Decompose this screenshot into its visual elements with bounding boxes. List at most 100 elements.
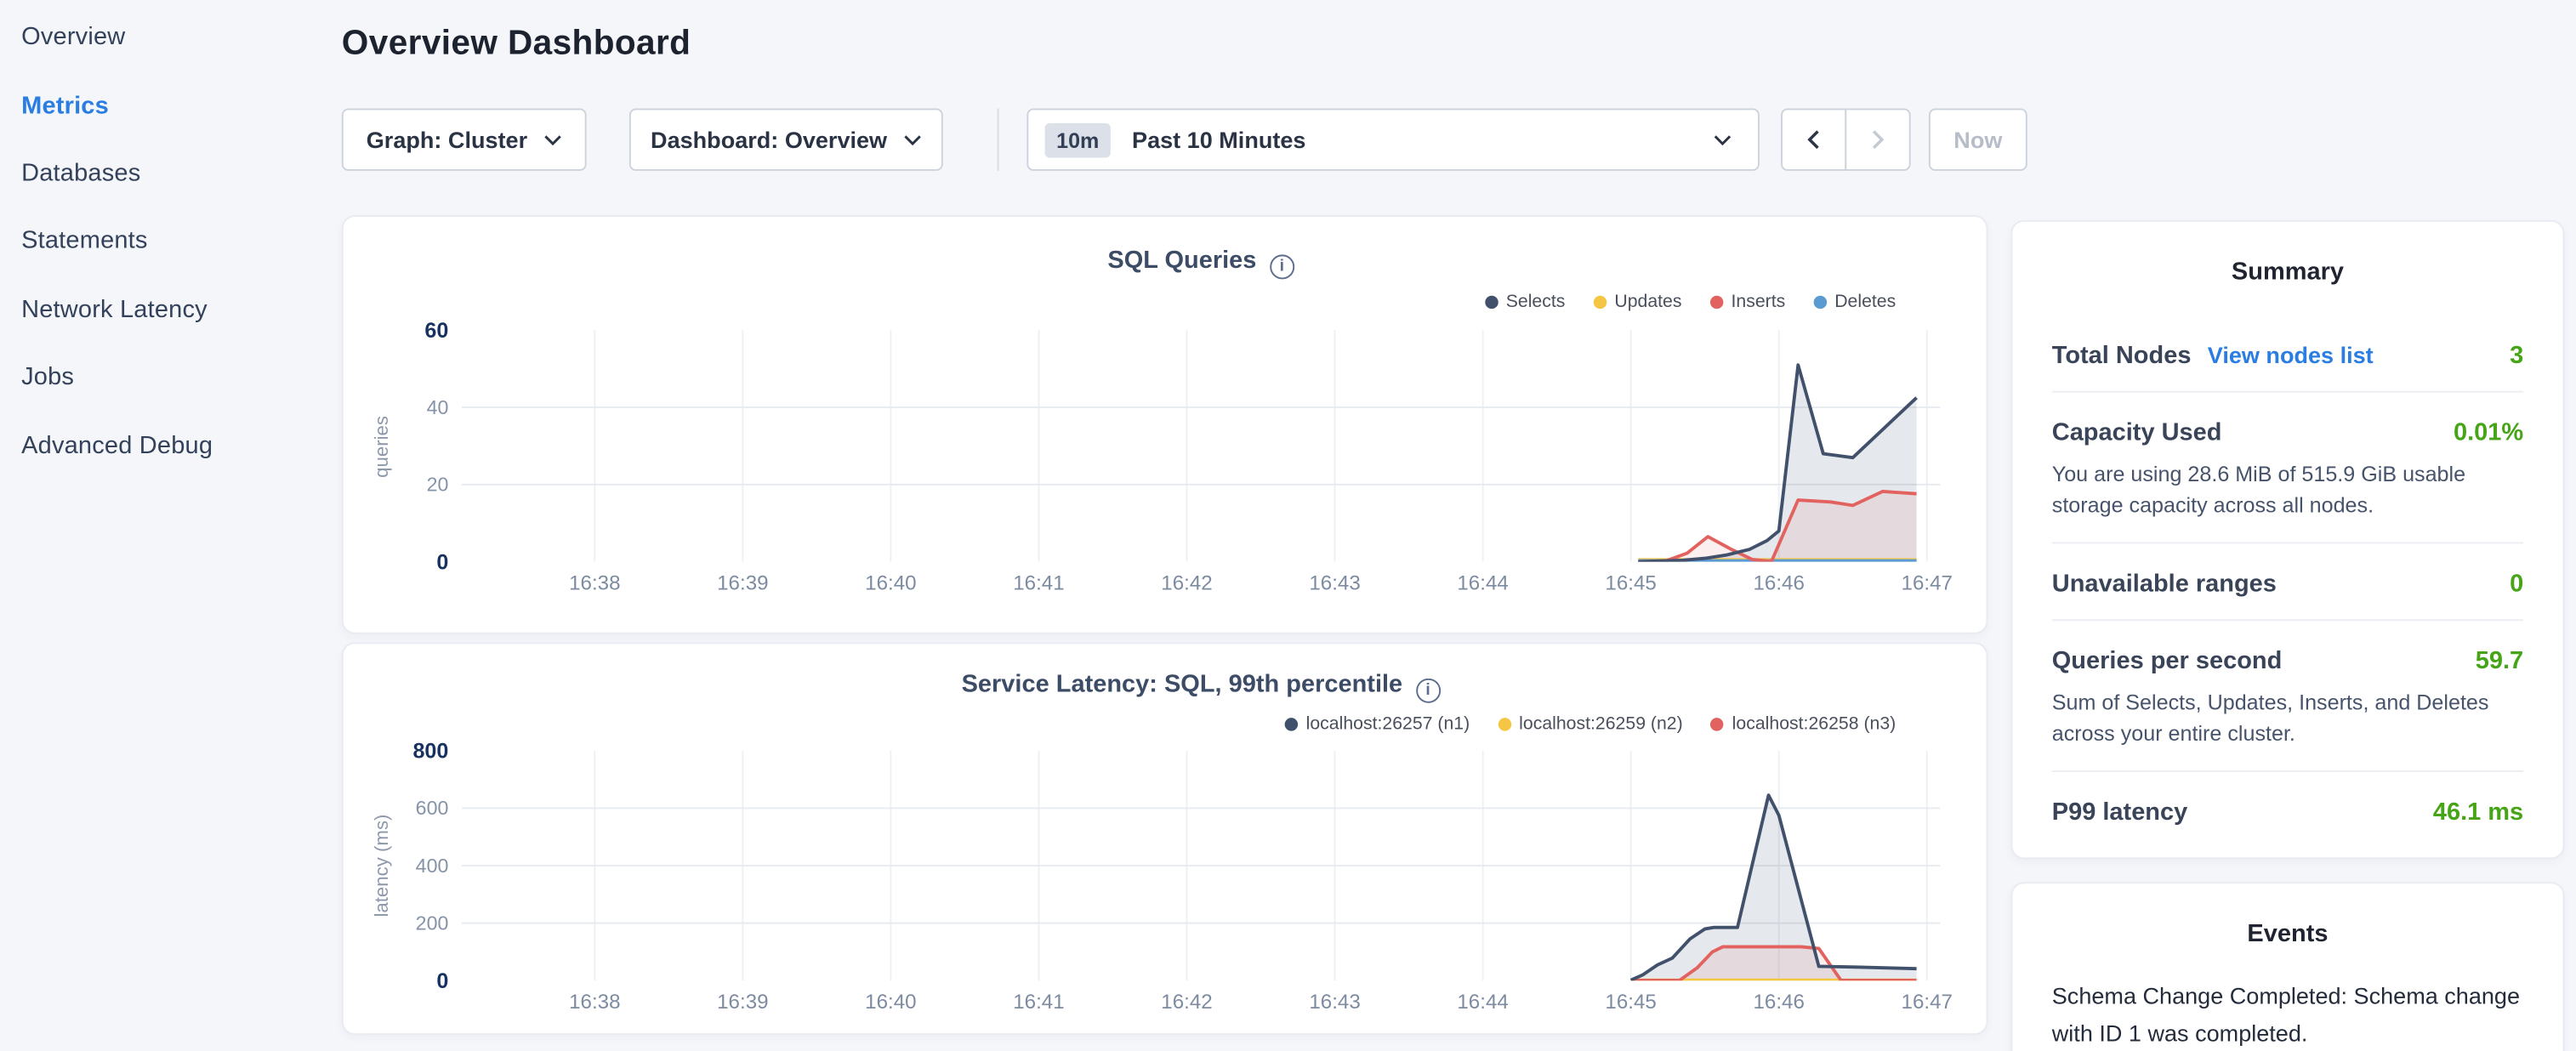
page-title: Overview Dashboard — [342, 25, 691, 64]
legend-label: Deletes — [1834, 293, 1896, 312]
x-axis-tick-label: 16:45 — [1578, 991, 1684, 1014]
legend-item: localhost:26259 (n2) — [1498, 714, 1683, 734]
x-axis-tick-label: 16:43 — [1282, 571, 1388, 594]
summary-label: Queries per second — [2052, 647, 2283, 675]
y-axis-tick-label: 60 — [383, 318, 448, 343]
y-axis-tick-label: 0 — [383, 969, 448, 993]
y-axis-tick-label: 800 — [383, 738, 448, 763]
summary-value: 59.7 — [2476, 647, 2523, 675]
chevron-down-icon — [543, 134, 561, 145]
summary-label: P99 latency — [2052, 798, 2187, 827]
y-axis-tick-label: 0 — [383, 549, 448, 574]
summary-label: Unavailable ranges — [2052, 570, 2277, 598]
legend-item: localhost:26257 (n1) — [1285, 714, 1470, 734]
service-latency-plot — [462, 751, 1941, 980]
summary-row-capacity-used: Capacity Used 0.01% You are using 28.6 M… — [2052, 391, 2523, 543]
chevron-down-icon — [903, 134, 921, 145]
summary-panel: Summary Total Nodes View nodes list 3 Ca… — [2010, 220, 2564, 859]
chart-title: Service Latency: SQL, 99th percentile i — [462, 670, 1941, 703]
summary-value: 3 — [2510, 342, 2523, 370]
x-axis-tick-label: 16:38 — [542, 991, 647, 1014]
x-axis-tick-label: 16:43 — [1282, 991, 1388, 1014]
sidebar-item-jobs[interactable]: Jobs — [21, 344, 317, 412]
view-nodes-list-link[interactable]: View nodes list — [2208, 342, 2374, 368]
sql-queries-plot — [462, 330, 1941, 561]
legend-label: localhost:26259 (n2) — [1519, 714, 1683, 734]
events-title: Events — [2052, 920, 2523, 948]
graph-dropdown[interactable]: Graph: Cluster — [342, 108, 587, 170]
x-axis-tick-label: 16:38 — [542, 571, 647, 594]
sidebar-item-network-latency[interactable]: Network Latency — [21, 276, 317, 344]
service-latency-chart-card: Service Latency: SQL, 99th percentile i l… — [342, 642, 1988, 1035]
legend-label: Inserts — [1731, 293, 1785, 312]
events-panel: Events Schema Change Completed: Schema c… — [2010, 882, 2564, 1051]
x-axis-tick-label: 16:40 — [839, 571, 944, 594]
info-icon[interactable]: i — [1270, 254, 1294, 279]
x-axis-tick-label: 16:42 — [1134, 991, 1240, 1014]
summary-value: 0.01% — [2454, 419, 2523, 447]
legend-dot-icon — [1285, 718, 1298, 730]
x-axis-tick-label: 16:47 — [1874, 991, 1980, 1014]
summary-label: Capacity Used — [2052, 419, 2222, 447]
legend-item: Updates — [1593, 293, 1681, 312]
x-axis-tick-label: 16:46 — [1726, 571, 1832, 594]
admin-ui-root: Overview Metrics Databases Statements Ne… — [0, 0, 2576, 1051]
legend-label: Selects — [1506, 293, 1566, 312]
legend-item: localhost:26258 (n3) — [1711, 714, 1896, 734]
x-axis-tick-label: 16:44 — [1430, 571, 1536, 594]
sidebar-item-statements[interactable]: Statements — [21, 207, 317, 276]
summary-row-p99-latency: P99 latency 46.1 ms — [2052, 770, 2523, 848]
event-item-text[interactable]: Schema Change Completed: Schema change w… — [2052, 977, 2523, 1051]
summary-value: 46.1 ms — [2433, 798, 2523, 827]
legend-item: Deletes — [1813, 293, 1896, 312]
summary-row-queries-per-second: Queries per second 59.7 Sum of Selects, … — [2052, 619, 2523, 770]
chevron-down-icon — [1714, 134, 1732, 145]
right-column: Summary Total Nodes View nodes list 3 Ca… — [2010, 220, 2564, 1051]
legend-dot-icon — [1711, 718, 1724, 730]
chart-canvas — [462, 751, 1941, 980]
x-axis-tick-label: 16:46 — [1726, 991, 1832, 1014]
legend-dot-icon — [1813, 296, 1826, 309]
chart-title-text: Service Latency: SQL, 99th percentile — [962, 670, 1403, 698]
x-axis-tick-label: 16:40 — [839, 991, 944, 1014]
legend-item: Inserts — [1709, 293, 1785, 312]
summary-label: Total Nodes — [2052, 342, 2192, 370]
chart-title: SQL Queriesi — [462, 247, 1941, 280]
sidebar-item-metrics[interactable]: Metrics — [21, 71, 317, 139]
graph-dropdown-label: Graph: Cluster — [367, 127, 527, 153]
chevron-right-icon — [1871, 130, 1884, 150]
info-icon[interactable]: i — [1416, 679, 1441, 703]
chart-canvas — [462, 330, 1941, 561]
x-axis-tick-label: 16:39 — [691, 571, 796, 594]
sidebar-item-overview[interactable]: Overview — [21, 3, 317, 71]
summary-row-total-nodes: Total Nodes View nodes list 3 — [2052, 315, 2523, 391]
time-window-badge: 10m — [1045, 122, 1111, 157]
legend-dot-icon — [1593, 296, 1606, 309]
sidebar-item-databases[interactable]: Databases — [21, 139, 317, 207]
summary-value: 0 — [2510, 570, 2523, 598]
now-button[interactable]: Now — [1929, 108, 2027, 170]
summary-description: Sum of Selects, Updates, Inserts, and De… — [2052, 686, 2523, 748]
x-axis-tick-label: 16:41 — [987, 571, 1092, 594]
legend-dot-icon — [1485, 296, 1498, 309]
legend-label: localhost:26257 (n1) — [1306, 714, 1470, 734]
x-axis-tick-label: 16:45 — [1578, 571, 1684, 594]
sidebar-item-advanced-debug[interactable]: Advanced Debug — [21, 412, 317, 480]
time-window-select[interactable]: 10m Past 10 Minutes — [1026, 108, 1760, 170]
chart-legend: Selects Updates Inserts Deletes — [1485, 293, 1896, 312]
time-window-label: Past 10 Minutes — [1132, 127, 1305, 153]
x-axis-tick-label: 16:47 — [1874, 571, 1980, 594]
x-axis-tick-label: 16:39 — [691, 991, 796, 1014]
sql-queries-chart-card: SQL Queriesi Selects Updates Inserts Delete… — [342, 215, 1988, 634]
y-axis-label: latency (ms) — [373, 815, 393, 917]
legend-dot-icon — [1498, 718, 1510, 730]
summary-rows: Total Nodes View nodes list 3 Capacity U… — [2052, 315, 2523, 848]
legend-dot-icon — [1709, 296, 1722, 309]
now-button-label: Now — [1953, 127, 2002, 153]
summary-row-unavailable-ranges: Unavailable ranges 0 — [2052, 542, 2523, 619]
legend-label: localhost:26258 (n3) — [1732, 714, 1896, 734]
time-next-button[interactable] — [1845, 108, 1910, 170]
time-prev-button[interactable] — [1781, 108, 1846, 170]
legend-item: Selects — [1485, 293, 1566, 312]
dashboard-dropdown[interactable]: Dashboard: Overview — [629, 108, 943, 170]
